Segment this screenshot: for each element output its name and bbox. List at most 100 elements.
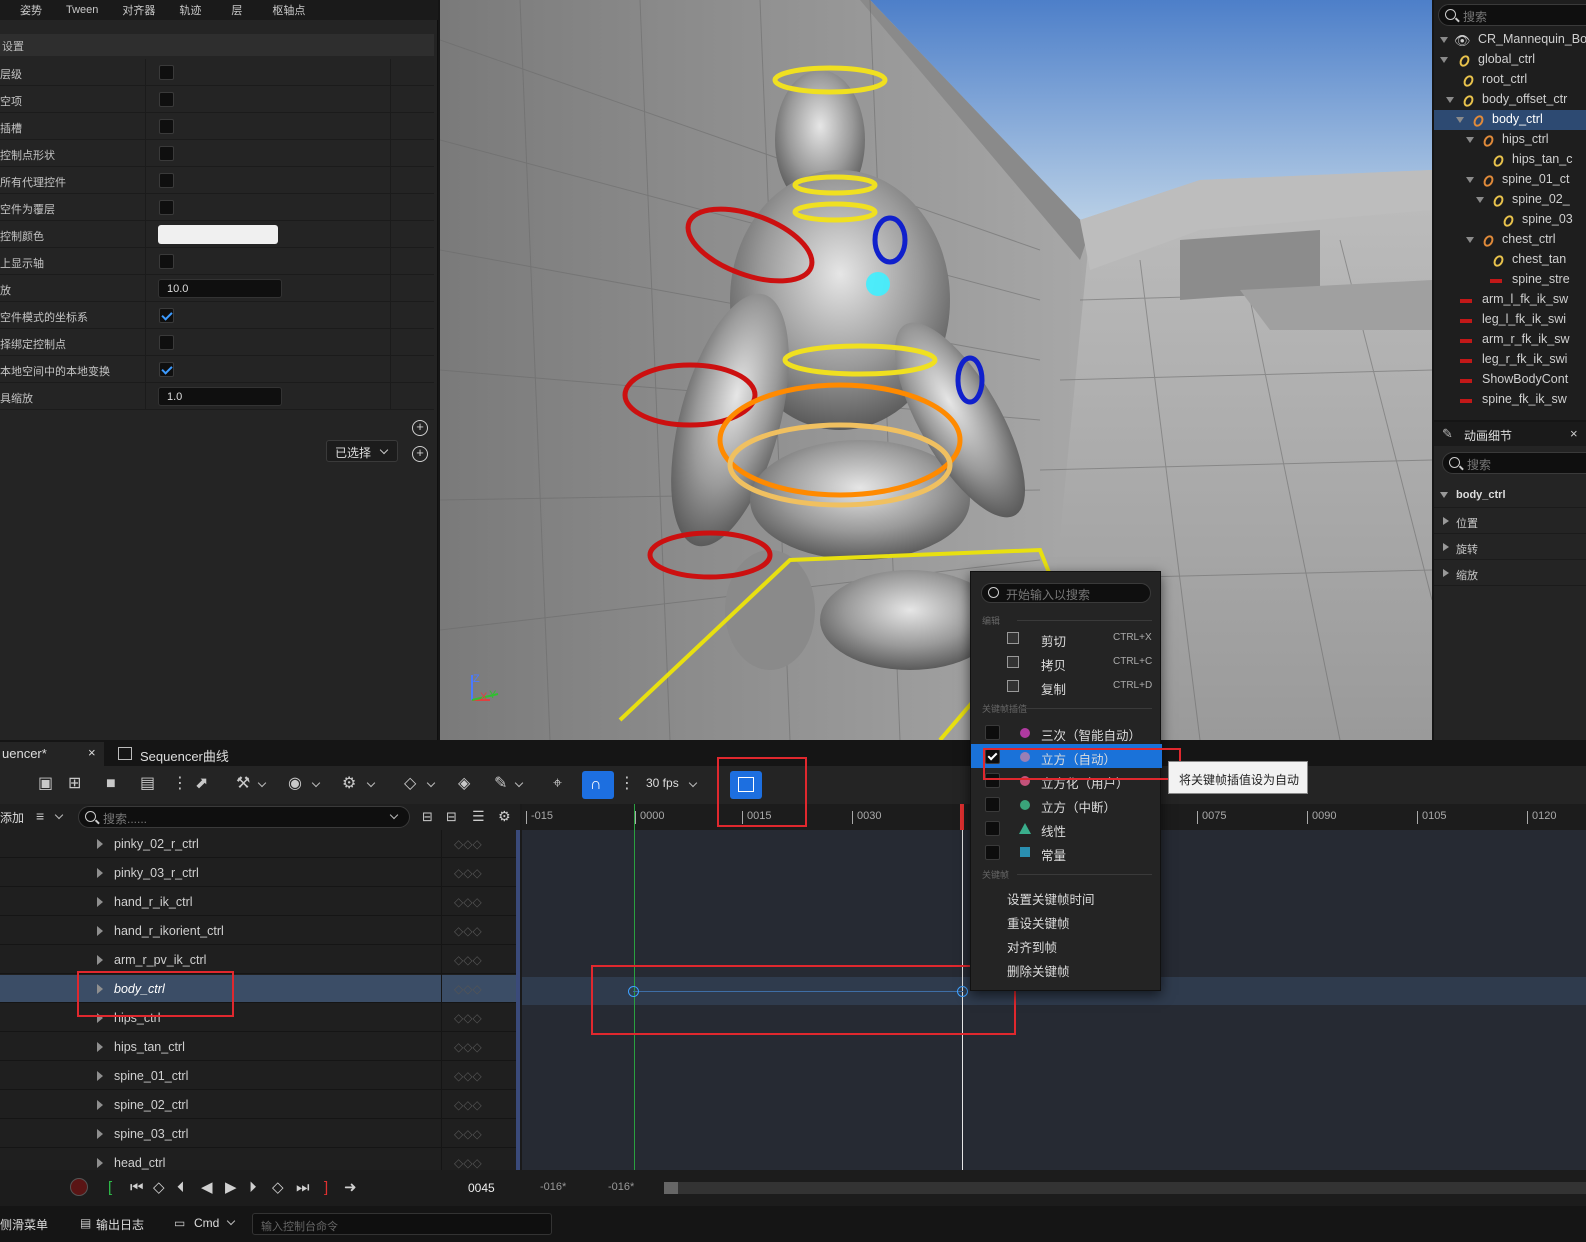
menu-item-copy[interactable]: 拷贝 CTRL+C	[971, 650, 1162, 674]
setting-checkbox[interactable]	[159, 362, 174, 377]
actions-icon[interactable]: ⬈	[195, 776, 208, 792]
number-field[interactable]: 1.0	[158, 387, 282, 406]
find-in-browser-icon[interactable]: ⊞	[68, 776, 81, 792]
tree-item[interactable]: chest_ctrl	[1434, 230, 1586, 250]
chevron-down-icon[interactable]	[514, 778, 524, 788]
tab-snapper[interactable]: 对齐器	[110, 2, 167, 18]
expand-arrow-icon[interactable]	[97, 1158, 103, 1168]
anim-details-row-scale[interactable]: 缩放	[1434, 560, 1586, 586]
collapse-icon[interactable]: ⊟	[422, 809, 433, 825]
previous-key-icon[interactable]: ◇	[153, 1180, 165, 1195]
anim-details-row-location[interactable]: 位置	[1434, 508, 1586, 534]
menu-item-cubic-smart-auto[interactable]: 三次（智能自动）	[971, 720, 1162, 744]
anim-details-search-input[interactable]: 搜索	[1442, 452, 1586, 474]
track-row[interactable]: spine_01_ctrl ◇◇◇	[0, 1062, 516, 1090]
setting-checkbox[interactable]	[159, 65, 174, 80]
chevron-down-icon[interactable]	[226, 1216, 236, 1226]
step-back-icon[interactable]: ⏴	[177, 1180, 185, 1195]
menu-item-delete-keys[interactable]: 删除关键帧	[971, 956, 1162, 980]
chevron-down-icon[interactable]	[426, 778, 436, 788]
key-icon[interactable]: ◇	[404, 776, 416, 792]
menu-item-rekey[interactable]: 重设关键帧	[971, 908, 1162, 932]
tab-tween[interactable]: Tween	[54, 4, 110, 16]
fps-selector[interactable]: 30 fps	[646, 776, 679, 790]
edit-mode-icon[interactable]: ✎	[494, 776, 507, 792]
jump-to-end-icon[interactable]: ⏭	[296, 1180, 310, 1195]
more-options-icon[interactable]: ⋮	[172, 776, 188, 792]
setting-checkbox[interactable]	[159, 254, 174, 269]
tree-item[interactable]: arm_l_fk_ik_sw	[1434, 290, 1586, 310]
render-movie-icon[interactable]: ▤	[140, 776, 155, 792]
eye-icon[interactable]: ◉	[288, 776, 302, 792]
add-icon[interactable]: +	[412, 446, 428, 462]
save-icon[interactable]: ▣	[38, 776, 53, 792]
chevron-down-icon[interactable]	[257, 778, 267, 788]
tab-sequencer-curves[interactable]: Sequencer曲线	[118, 742, 248, 766]
expand-arrow-icon[interactable]	[97, 1100, 103, 1110]
setting-checkbox[interactable]	[159, 173, 174, 188]
range-start-field[interactable]: -016*	[540, 1181, 566, 1193]
wrench-icon[interactable]: ⚒	[236, 776, 250, 792]
expand-arrow-icon[interactable]	[97, 1071, 103, 1081]
track-row[interactable]: arm_r_pv_ik_ctrl ◇◇◇	[0, 946, 516, 974]
tree-item[interactable]: spine_stre	[1434, 270, 1586, 290]
output-log-button[interactable]: 输出日志	[96, 1216, 144, 1233]
setting-checkbox[interactable]	[159, 92, 174, 107]
menu-item-constant[interactable]: 常量	[971, 840, 1162, 864]
chevron-down-icon[interactable]	[688, 778, 698, 788]
tree-item[interactable]: body_offset_ctr	[1434, 90, 1586, 110]
tree-item[interactable]: 👁 CR_Mannequin_Bo	[1434, 30, 1586, 50]
scrollbar-thumb[interactable]	[664, 1182, 678, 1194]
marker-icon[interactable]: ⌖	[553, 776, 562, 792]
setting-checkbox[interactable]	[159, 200, 174, 215]
eye-icon[interactable]: 👁	[1454, 33, 1471, 49]
tab-layers[interactable]: 层	[213, 2, 260, 18]
tree-item[interactable]: ShowBodyCont	[1434, 370, 1586, 390]
jump-to-start-icon[interactable]: ⏮	[130, 1180, 144, 1195]
tree-item[interactable]: spine_fk_ik_sw	[1434, 390, 1586, 410]
tab-pivot[interactable]: 枢轴点	[260, 2, 317, 18]
tab-sequencer[interactable]: uencer* ×	[0, 742, 104, 766]
tree-item[interactable]: global_ctrl	[1434, 50, 1586, 70]
cmd-selector[interactable]: Cmd	[194, 1216, 219, 1230]
chevron-down-icon[interactable]	[54, 810, 64, 820]
tree-item[interactable]: spine_01_ct	[1434, 170, 1586, 190]
menu-item-snap-to-frame[interactable]: 对齐到帧	[971, 932, 1162, 956]
next-key-icon[interactable]: ◇	[272, 1180, 284, 1195]
setting-checkbox[interactable]	[159, 308, 174, 323]
checkbox[interactable]	[985, 797, 1000, 812]
track-row[interactable]: pinky_02_r_ctrl ◇◇◇	[0, 830, 516, 858]
gear-icon[interactable]: ⚙	[498, 808, 511, 825]
tab-trails[interactable]: 轨迹	[167, 2, 213, 18]
add-icon[interactable]: +	[412, 420, 428, 436]
menu-item-cut[interactable]: 剪切 CTRL+X	[971, 626, 1162, 650]
tree-item[interactable]: hips_ctrl	[1434, 130, 1586, 150]
checkbox[interactable]	[985, 845, 1000, 860]
menu-item-cubic-break[interactable]: 立方（中断）	[971, 792, 1162, 816]
expand-arrow-icon[interactable]	[97, 839, 103, 849]
track-row[interactable]: spine_02_ctrl ◇◇◇	[0, 1091, 516, 1119]
settings-header[interactable]: 设置	[0, 34, 434, 56]
expand-arrow-icon[interactable]	[97, 897, 103, 907]
track-row[interactable]: hand_r_ikorient_ctrl ◇◇◇	[0, 917, 516, 945]
expand-arrow-icon[interactable]	[97, 1042, 103, 1052]
filter-icon[interactable]: ≡	[36, 808, 44, 824]
tree-item[interactable]: arm_r_fk_ik_sw	[1434, 330, 1586, 350]
tree-item[interactable]: chest_tan	[1434, 250, 1586, 270]
playback-settings-icon[interactable]: ⚙	[342, 776, 356, 792]
menu-item-duplicate[interactable]: 复制 CTRL+D	[971, 674, 1162, 698]
snap-toggle[interactable]: ∩	[582, 771, 614, 799]
anim-details-section[interactable]: body_ctrl	[1434, 482, 1586, 508]
record-button[interactable]	[70, 1178, 88, 1196]
expand-arrow-icon[interactable]	[97, 868, 103, 878]
selected-dropdown[interactable]: 已选择	[326, 440, 398, 462]
color-swatch[interactable]	[158, 225, 278, 244]
setting-checkbox[interactable]	[159, 146, 174, 161]
timeline-scrollbar[interactable]	[664, 1182, 1586, 1194]
setting-checkbox[interactable]	[159, 335, 174, 350]
loop-icon[interactable]: ➜	[344, 1180, 357, 1195]
expand-icon[interactable]: ⊟	[446, 809, 457, 825]
tree-item[interactable]: hips_tan_c	[1434, 150, 1586, 170]
menu-search-input[interactable]: 开始输入以搜索	[981, 583, 1151, 603]
chevron-down-icon[interactable]	[311, 778, 321, 788]
